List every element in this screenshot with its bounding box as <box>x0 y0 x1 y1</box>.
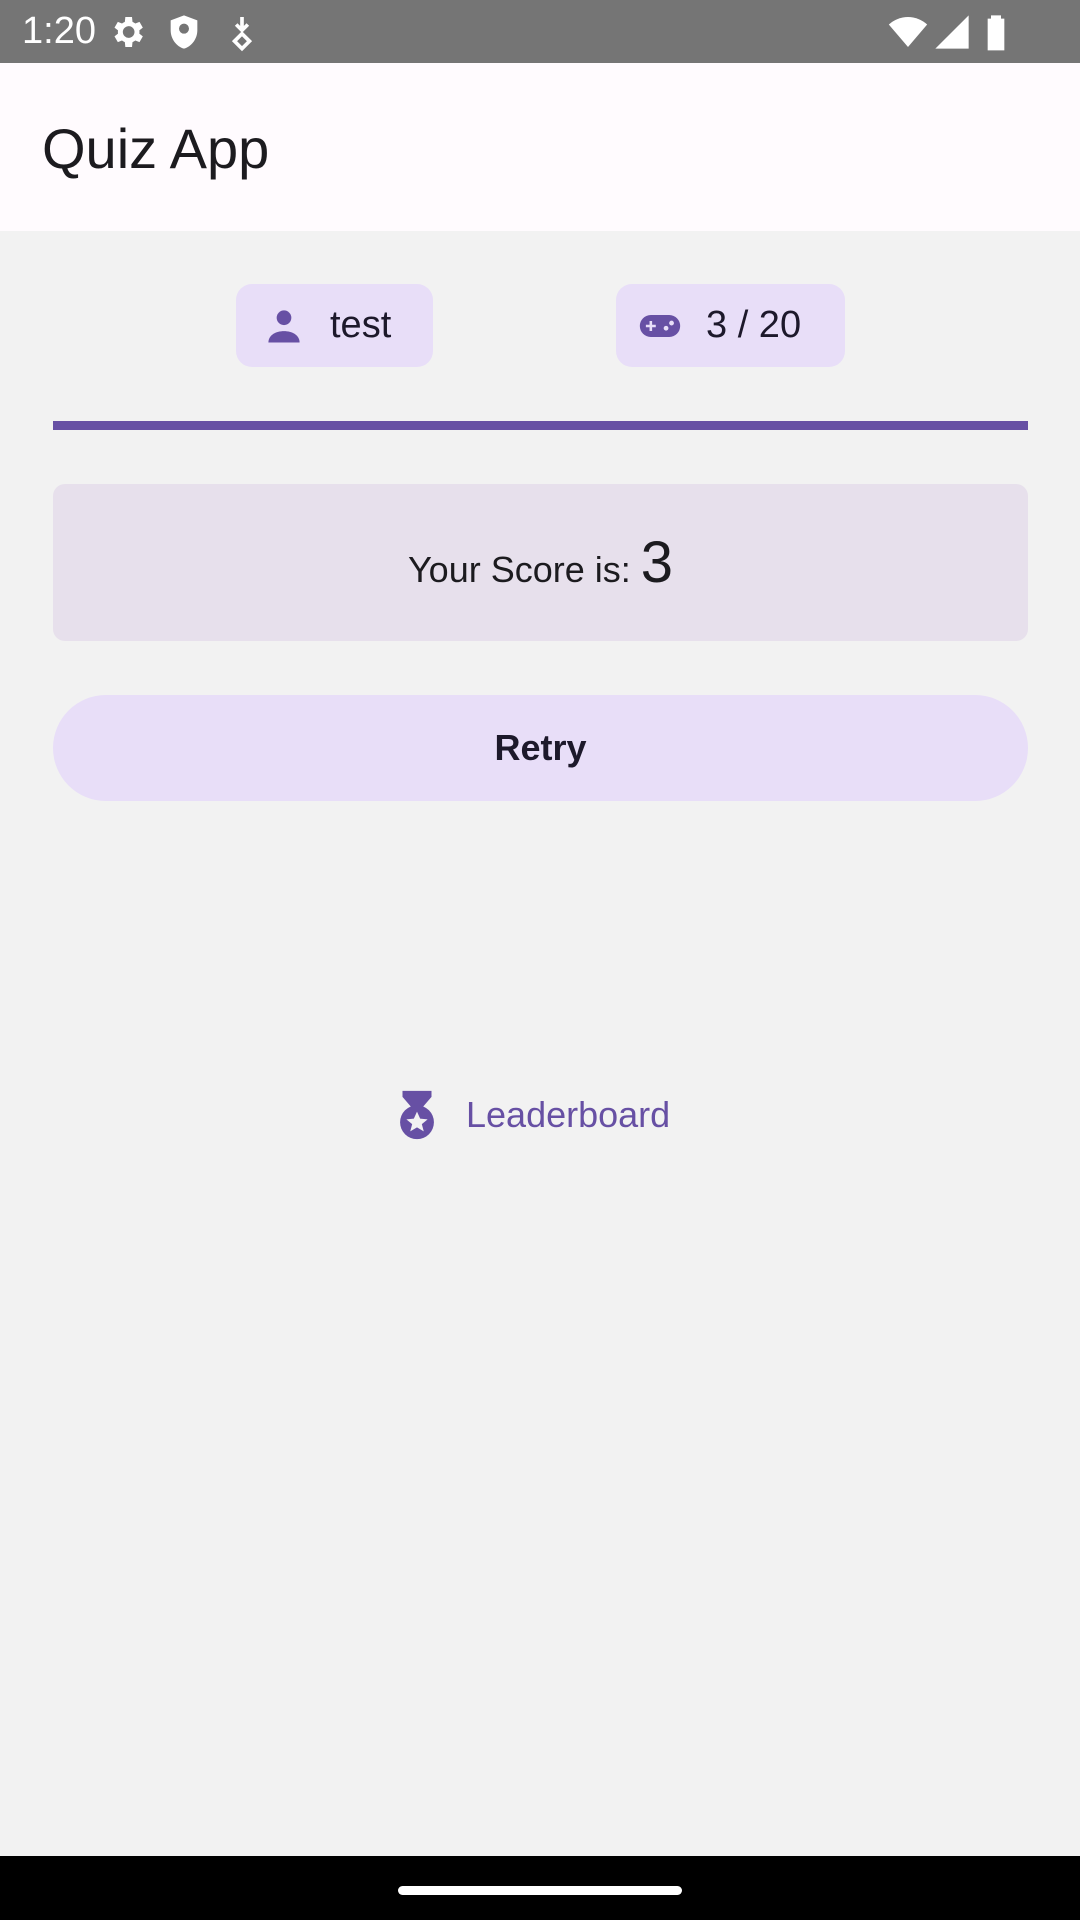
app-title: Quiz App <box>42 117 270 180</box>
status-bar: 1:20 <box>0 0 1080 63</box>
gamepad-icon <box>638 304 682 348</box>
leaderboard-label: Leaderboard <box>466 1094 671 1135</box>
settings-icon <box>107 12 147 52</box>
battery-icon <box>976 12 1016 52</box>
score-value: 3 <box>640 530 674 595</box>
progress-fill <box>53 421 1028 430</box>
home-indicator[interactable] <box>398 1886 682 1895</box>
status-time: 1:20 <box>22 10 96 52</box>
retry-label: Retry <box>494 727 587 768</box>
score-chip[interactable]: 3 / 20 <box>616 284 845 367</box>
score-label: Your Score is: <box>407 549 631 590</box>
score-card: Your Score is: 3 <box>53 484 1028 641</box>
leaderboard-button[interactable]: Leaderboard <box>388 1075 692 1155</box>
retry-button[interactable]: Retry <box>53 695 1028 801</box>
shield-icon <box>164 12 204 52</box>
score-progress-text: 3 / 20 <box>706 304 802 346</box>
person-icon <box>262 304 306 348</box>
user-name: test <box>330 304 392 346</box>
download-icon <box>222 12 262 52</box>
app-bar: Quiz App <box>0 63 1080 231</box>
progress-bar <box>53 421 1028 430</box>
signal-icon <box>932 12 972 52</box>
score-line: Your Score is: 3 <box>408 529 673 596</box>
screen: 1:20 Quiz App test 3 / 20 Your Score is:… <box>0 0 1080 1920</box>
wifi-icon <box>888 12 928 52</box>
navigation-bar <box>0 1856 1080 1920</box>
user-chip[interactable]: test <box>236 284 433 367</box>
medal-icon <box>388 1086 446 1144</box>
